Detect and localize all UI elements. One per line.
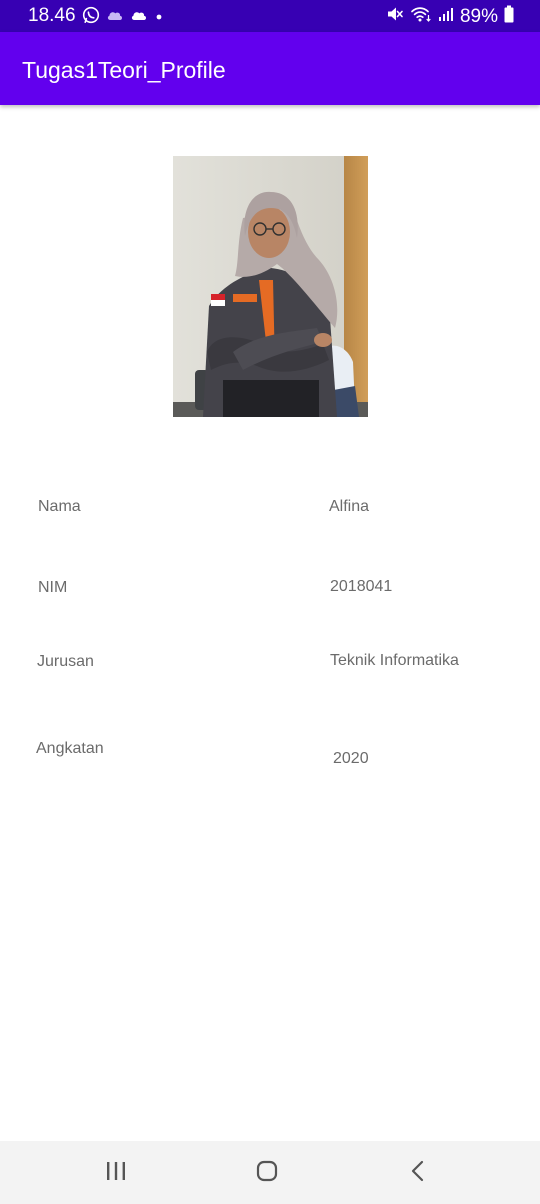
label-angkatan: Angkatan [36, 740, 104, 757]
cloud-icon [106, 8, 124, 27]
value-jurusan: Teknik Informatika [330, 652, 459, 669]
profile-photo [173, 156, 368, 417]
navigation-bar [0, 1141, 540, 1204]
status-system-icons: 89% [386, 5, 514, 28]
status-time: 18.46 [28, 5, 76, 26]
dot-icon [154, 9, 164, 27]
home-icon [255, 1159, 279, 1188]
recents-button[interactable] [98, 1155, 134, 1191]
whatsapp-icon [82, 6, 100, 29]
back-icon [407, 1160, 429, 1187]
back-button[interactable] [400, 1155, 436, 1191]
app-title: Tugas1Teori_Profile [22, 57, 226, 83]
label-jurusan: Jurusan [37, 653, 94, 670]
label-nama: Nama [38, 498, 81, 515]
status-bar: 18.46 89% [0, 0, 540, 32]
home-button[interactable] [249, 1155, 285, 1191]
value-nim: 2018041 [330, 578, 393, 595]
mute-icon [386, 5, 404, 28]
label-nim: NIM [38, 579, 68, 596]
battery-percentage: 89% [459, 5, 498, 27]
cloud-icon [130, 8, 148, 27]
battery-icon [504, 5, 514, 28]
app-bar: Tugas1Teori_Profile [0, 32, 540, 105]
status-notification-icons [82, 6, 164, 29]
signal-icon [438, 6, 454, 27]
value-nama: Alfina [329, 498, 370, 515]
recents-icon [105, 1160, 127, 1187]
value-angkatan: 2020 [333, 750, 369, 767]
wifi-icon [410, 5, 432, 28]
